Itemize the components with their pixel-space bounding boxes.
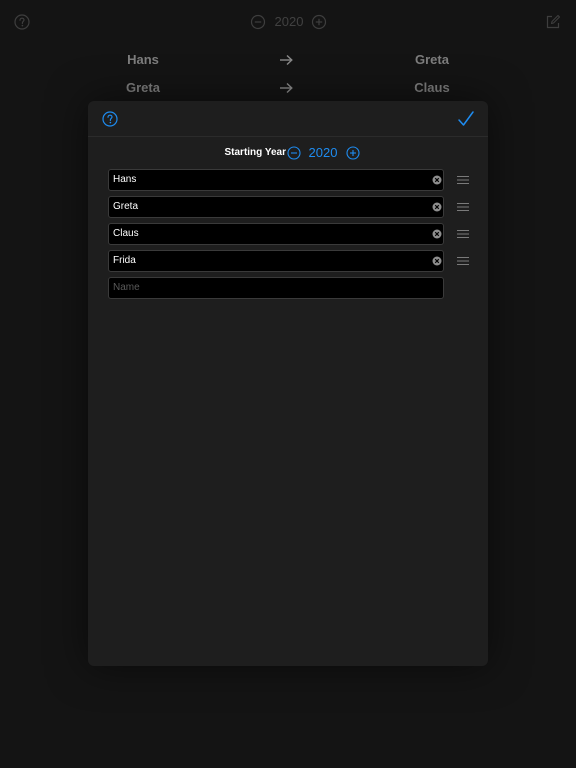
name-field	[108, 196, 444, 218]
name-row	[108, 169, 483, 191]
name-field	[108, 250, 444, 272]
name-input[interactable]	[112, 170, 423, 190]
new-name-input[interactable]	[112, 278, 423, 298]
name-row	[108, 223, 483, 245]
clear-x-circle-icon[interactable]	[432, 256, 442, 266]
names-editor-sheet: Starting Year 2020	[88, 101, 488, 666]
screen: 2020 Hans Greta Greta Claus Starting Yea…	[0, 0, 576, 768]
drag-handle-icon[interactable]	[456, 229, 470, 239]
drag-handle-icon[interactable]	[456, 175, 470, 185]
plus-circle-icon[interactable]	[346, 146, 360, 160]
starting-year-value: 2020	[308, 145, 338, 160]
clear-x-circle-icon[interactable]	[432, 202, 442, 212]
clear-x-circle-icon[interactable]	[432, 229, 442, 239]
drag-handle-icon[interactable]	[456, 202, 470, 212]
name-row	[108, 250, 483, 272]
question-circle-icon[interactable]	[102, 111, 118, 127]
name-field	[108, 223, 444, 245]
starting-year-row: Starting Year 2020	[88, 143, 488, 163]
name-field	[108, 169, 444, 191]
drag-handle-icon[interactable]	[456, 256, 470, 266]
sheet-header	[88, 101, 488, 137]
new-name-field	[108, 277, 444, 299]
starting-year-label: Starting Year	[224, 147, 286, 158]
checkmark-icon[interactable]	[457, 110, 475, 128]
minus-circle-icon[interactable]	[287, 146, 301, 160]
name-input[interactable]	[112, 224, 423, 244]
clear-x-circle-icon[interactable]	[432, 175, 442, 185]
name-input[interactable]	[112, 197, 423, 217]
new-name-row	[108, 277, 483, 299]
name-input[interactable]	[112, 251, 423, 271]
name-row	[108, 196, 483, 218]
